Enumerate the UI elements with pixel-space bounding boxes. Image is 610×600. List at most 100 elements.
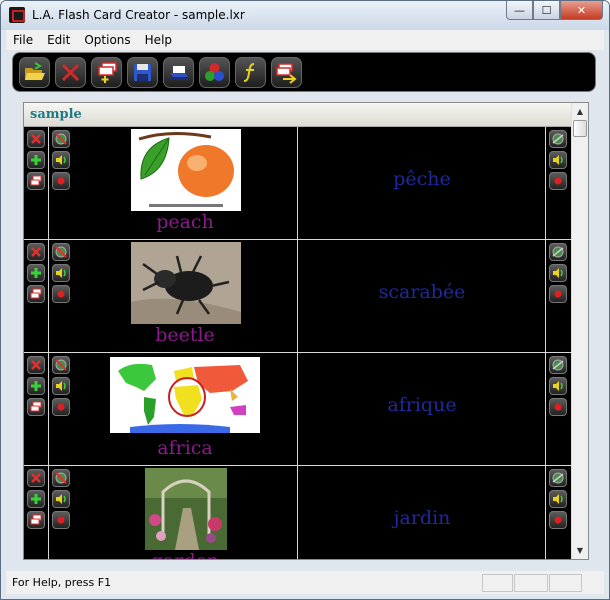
card-row[interactable]: peach pêche	[24, 127, 572, 240]
peach-image	[131, 129, 241, 211]
image-button-right[interactable]	[549, 130, 567, 148]
close-button[interactable]: ✕	[560, 1, 603, 20]
delete-card-button[interactable]	[27, 469, 45, 487]
image-edit-icon	[55, 246, 67, 258]
delete-card-button[interactable]	[27, 356, 45, 374]
speaker-icon	[56, 381, 66, 391]
save-button[interactable]	[127, 57, 158, 88]
french-word[interactable]: jardin	[299, 507, 545, 529]
add-card-button[interactable]	[27, 490, 45, 508]
status-pane	[514, 574, 548, 592]
record-button-right[interactable]	[549, 398, 567, 416]
duplicate-card-button[interactable]	[27, 285, 45, 303]
sound-button-right[interactable]	[549, 377, 567, 395]
colors-button[interactable]	[199, 57, 230, 88]
scroll-up-arrow-icon[interactable]: ▲	[572, 103, 588, 120]
font-button[interactable]	[235, 57, 266, 88]
record-button-right[interactable]	[549, 285, 567, 303]
menu-file[interactable]: File	[6, 33, 40, 47]
plus-icon	[31, 381, 41, 391]
record-button-right[interactable]	[549, 511, 567, 529]
add-card-button[interactable]	[91, 57, 122, 88]
image-edit-icon	[552, 472, 564, 484]
english-word[interactable]: africa	[72, 437, 298, 459]
card-row[interactable]: garden jardin	[24, 466, 572, 559]
image-button-right[interactable]	[549, 469, 567, 487]
print-button[interactable]	[163, 57, 194, 88]
world-map-image	[110, 357, 260, 433]
english-word[interactable]: peach	[72, 211, 298, 233]
record-button[interactable]	[52, 285, 70, 303]
french-word[interactable]: pêche	[299, 168, 545, 190]
english-word[interactable]: garden	[72, 550, 298, 559]
image-button[interactable]	[52, 469, 70, 487]
french-word[interactable]: scarabée	[299, 281, 545, 303]
sound-button-right[interactable]	[549, 490, 567, 508]
toolbar	[12, 52, 596, 92]
delete-card-button[interactable]	[27, 130, 45, 148]
record-button[interactable]	[52, 172, 70, 190]
open-button[interactable]	[19, 57, 50, 88]
speaker-icon	[56, 494, 66, 504]
image-button[interactable]	[52, 356, 70, 374]
image-button-right[interactable]	[549, 356, 567, 374]
card-row[interactable]: africa afrique	[24, 353, 572, 466]
status-bar: For Help, press F1	[6, 571, 604, 594]
record-icon	[57, 177, 65, 185]
duplicate-card-button[interactable]	[27, 511, 45, 529]
scroll-thumb[interactable]	[573, 120, 587, 137]
delete-button[interactable]	[55, 57, 86, 88]
sound-button[interactable]	[52, 264, 70, 282]
menu-help[interactable]: Help	[138, 33, 179, 47]
image-edit-icon	[55, 133, 67, 145]
app-icon[interactable]	[9, 7, 25, 23]
english-word[interactable]: beetle	[72, 324, 298, 346]
delete-icon	[31, 134, 41, 144]
delete-card-button[interactable]	[27, 243, 45, 261]
export-button[interactable]	[271, 57, 302, 88]
record-button[interactable]	[52, 511, 70, 529]
duplicate-card-button[interactable]	[27, 398, 45, 416]
cards-icon	[30, 175, 42, 186]
speaker-icon	[553, 155, 563, 165]
record-button[interactable]	[52, 398, 70, 416]
sound-button[interactable]	[52, 377, 70, 395]
title-bar[interactable]: L.A. Flash Card Creator - sample.lxr — ☐…	[1, 1, 609, 30]
sound-button[interactable]	[52, 490, 70, 508]
delete-icon	[61, 63, 80, 82]
french-word[interactable]: afrique	[299, 394, 545, 416]
speaker-icon	[553, 381, 563, 391]
plus-icon	[31, 268, 41, 278]
add-card-button[interactable]	[27, 377, 45, 395]
window-title: L.A. Flash Card Creator - sample.lxr	[32, 8, 245, 22]
duplicate-card-button[interactable]	[27, 172, 45, 190]
sound-button-right[interactable]	[549, 264, 567, 282]
card-list: sample peach pêche beetle scarabée afric…	[23, 102, 589, 560]
image-edit-icon	[552, 359, 564, 371]
record-icon	[554, 403, 562, 411]
record-icon	[554, 290, 562, 298]
record-icon	[57, 403, 65, 411]
record-icon	[554, 177, 562, 185]
record-icon	[57, 516, 65, 524]
sound-button-right[interactable]	[549, 151, 567, 169]
vertical-scrollbar[interactable]: ▲ ▼	[571, 103, 588, 559]
image-button-right[interactable]	[549, 243, 567, 261]
card-row[interactable]: beetle scarabée	[24, 240, 572, 353]
menu-edit[interactable]: Edit	[40, 33, 77, 47]
image-button[interactable]	[52, 130, 70, 148]
menu-options[interactable]: Options	[77, 33, 137, 47]
sound-button[interactable]	[52, 151, 70, 169]
scroll-down-arrow-icon[interactable]: ▼	[572, 542, 588, 559]
cards-icon	[30, 401, 42, 412]
image-button[interactable]	[52, 243, 70, 261]
cards-icon	[30, 514, 42, 525]
add-card-button[interactable]	[27, 151, 45, 169]
open-folder-icon	[25, 62, 45, 80]
record-icon	[554, 516, 562, 524]
maximize-button[interactable]: ☐	[533, 1, 560, 20]
add-card-button[interactable]	[27, 264, 45, 282]
minimize-button[interactable]: —	[506, 1, 533, 20]
image-edit-icon	[55, 359, 67, 371]
record-button-right[interactable]	[549, 172, 567, 190]
